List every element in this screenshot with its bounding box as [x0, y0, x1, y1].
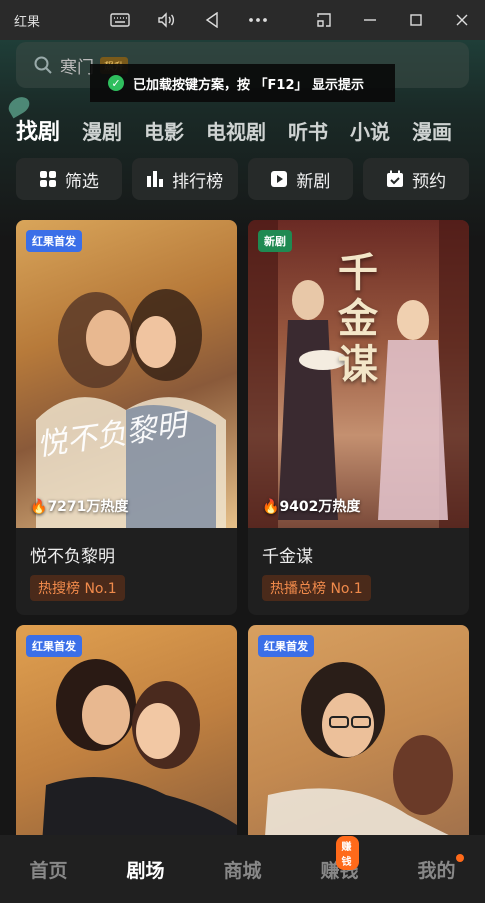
tab-home-label: 首页 — [29, 859, 68, 882]
tab-theater[interactable]: 剧场 — [126, 856, 164, 883]
poster-image[interactable]: 红果首发 悦不负黎明 🔥7271万热度 — [16, 220, 237, 528]
ranking-button[interactable]: 排行榜 — [131, 158, 238, 200]
reservation-button[interactable]: 预约 — [363, 158, 469, 200]
quick-actions: 筛选 排行榜 新剧 预约 — [16, 158, 469, 200]
drama-card[interactable]: 红果首发 — [248, 625, 469, 835]
tab-earn[interactable]: 赚钱 赚钱 — [320, 835, 359, 883]
pin-window-icon[interactable] — [301, 0, 347, 40]
tab-theater-label: 剧场 — [126, 859, 165, 882]
grid-icon — [39, 170, 57, 188]
drama-title: 千金谋 — [262, 547, 313, 567]
heat-count: 🔥9402万热度 — [262, 499, 361, 515]
close-icon[interactable] — [439, 0, 485, 40]
drama-card[interactable]: 红果首发 悦不负黎明 🔥7271万热度 悦不负黎明 热搜榜 No.1 — [16, 220, 237, 615]
tab-mall-label: 商城 — [223, 859, 262, 882]
drama-card[interactable]: 红果首发 — [16, 625, 237, 835]
poster-image[interactable]: 新剧 千金谋 🔥9402万热度 — [248, 220, 469, 528]
keyboard-icon[interactable] — [97, 0, 143, 40]
tab-comic[interactable]: 漫画 — [412, 116, 452, 145]
badge: 红果首发 — [26, 230, 82, 252]
minimize-icon[interactable] — [347, 0, 393, 40]
poster-image[interactable]: 红果首发 — [16, 625, 237, 835]
toast-notification: ✓ 已加载按键方案，按 「F12」 显示提示 — [90, 64, 395, 102]
heat-count: 🔥7271万热度 — [30, 499, 129, 515]
rank-tag: 热播总榜 No.1 — [262, 575, 371, 601]
toast-text: 已加载按键方案，按 「F12」 显示提示 — [133, 77, 365, 93]
ranking-label: 排行榜 — [172, 171, 224, 192]
volume-icon[interactable] — [143, 0, 189, 40]
theater-page: 寒门 飙升 ✓ 已加载按键方案，按 「F12」 显示提示 找剧 漫剧 电影 电视… — [0, 40, 485, 835]
bar-chart-icon — [146, 170, 164, 188]
tab-me-label: 我的 — [417, 859, 456, 882]
new-drama-button[interactable]: 新剧 — [247, 158, 354, 200]
heat-value: 9402万热度 — [279, 499, 361, 515]
bottom-tab-bar: 首页 剧场 商城 赚钱 赚钱 我的 — [0, 835, 485, 903]
rank-tag: 热搜榜 No.1 — [30, 575, 125, 601]
category-tabs: 找剧 漫剧 电影 电视剧 听书 小说 漫画 — [16, 112, 485, 148]
tab-find-drama[interactable]: 找剧 — [16, 114, 60, 146]
window-title: 红果 — [14, 14, 41, 30]
filter-button[interactable]: 筛选 — [16, 158, 122, 200]
tab-manju[interactable]: 漫剧 — [82, 116, 122, 145]
check-icon: ✓ — [108, 75, 124, 91]
tab-me[interactable]: 我的 — [417, 853, 464, 883]
badge: 红果首发 — [258, 635, 314, 657]
badge: 红果首发 — [26, 635, 82, 657]
more-icon[interactable] — [235, 0, 281, 40]
drama-title: 悦不负黎明 — [30, 547, 115, 567]
search-icon — [34, 56, 52, 74]
reservation-label: 预约 — [412, 171, 447, 192]
tab-audiobook[interactable]: 听书 — [288, 116, 328, 145]
window-titlebar: 红果 — [0, 0, 485, 40]
filter-label: 筛选 — [64, 171, 99, 192]
play-icon — [270, 170, 288, 188]
tab-mall[interactable]: 商城 — [223, 856, 261, 883]
poster-image[interactable]: 红果首发 — [248, 625, 469, 835]
back-icon[interactable] — [189, 0, 235, 40]
drama-card[interactable]: 新剧 千金谋 🔥9402万热度 千金谋 热播总榜 No.1 — [248, 220, 469, 615]
badge: 新剧 — [258, 230, 292, 252]
maximize-icon[interactable] — [393, 0, 439, 40]
calendar-check-icon — [386, 170, 404, 188]
new-drama-label: 新剧 — [296, 171, 331, 192]
heat-value: 7271万热度 — [47, 499, 129, 515]
tab-tv-series[interactable]: 电视剧 — [206, 116, 266, 145]
earn-badge: 赚钱 — [336, 835, 359, 870]
tab-home[interactable]: 首页 — [29, 856, 67, 883]
tab-novel[interactable]: 小说 — [350, 116, 390, 145]
notification-dot — [455, 853, 464, 862]
poster-title-art: 千金谋 — [338, 249, 378, 388]
tab-movie[interactable]: 电影 — [144, 116, 184, 145]
search-placeholder: 寒门 — [60, 57, 94, 78]
